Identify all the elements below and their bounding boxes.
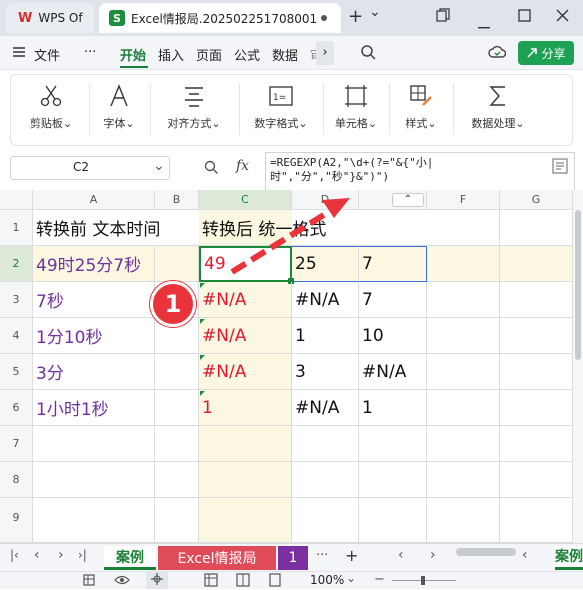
zoom-level[interactable]: 100%: [310, 573, 344, 587]
annotation-arrow: [230, 205, 337, 275]
sheet-tab-bar: |‹ ‹ › ›| 案例 Excel情报局 1 ··· + ‹ › ‹ 案例: [0, 543, 583, 571]
sheet-tab-duplicate[interactable]: 案例: [555, 546, 583, 570]
status-bar: 100% ⌄ −: [0, 571, 583, 589]
more-sheets-button[interactable]: ···: [316, 548, 328, 563]
zoom-dropdown-icon[interactable]: ⌄: [346, 571, 356, 585]
page-layout-icon[interactable]: [236, 573, 250, 590]
next-sheet-icon[interactable]: ›: [58, 547, 64, 563]
page-break-icon[interactable]: [268, 573, 282, 590]
protect-icon[interactable]: [82, 573, 96, 590]
step-badge: 1: [150, 281, 196, 327]
annotation-arrowhead: [322, 198, 350, 218]
annotation-overlay: [230, 198, 350, 275]
add-sheet-button[interactable]: +: [345, 546, 358, 565]
sheet-tab-excel[interactable]: Excel情报局: [158, 546, 276, 570]
cell-view-icon[interactable]: [146, 572, 168, 589]
zoom-out-icon[interactable]: −: [374, 572, 385, 587]
last-sheet-icon[interactable]: ›|: [78, 548, 87, 562]
zoom-slider-thumb[interactable]: [421, 576, 425, 585]
sheet-tab-1[interactable]: 1: [278, 546, 308, 570]
horizontal-scrollbar[interactable]: [456, 548, 516, 556]
eye-protect-icon[interactable]: [114, 573, 130, 590]
sheet-tab-active[interactable]: 案例: [104, 546, 156, 570]
normal-view-icon[interactable]: [204, 573, 218, 590]
scroll-end-left-icon[interactable]: ‹: [522, 547, 528, 563]
first-sheet-icon[interactable]: |‹: [10, 548, 19, 562]
scroll-left-icon[interactable]: ‹: [398, 547, 404, 563]
prev-sheet-icon[interactable]: ‹: [34, 547, 40, 563]
scroll-right-icon[interactable]: ›: [430, 547, 436, 563]
